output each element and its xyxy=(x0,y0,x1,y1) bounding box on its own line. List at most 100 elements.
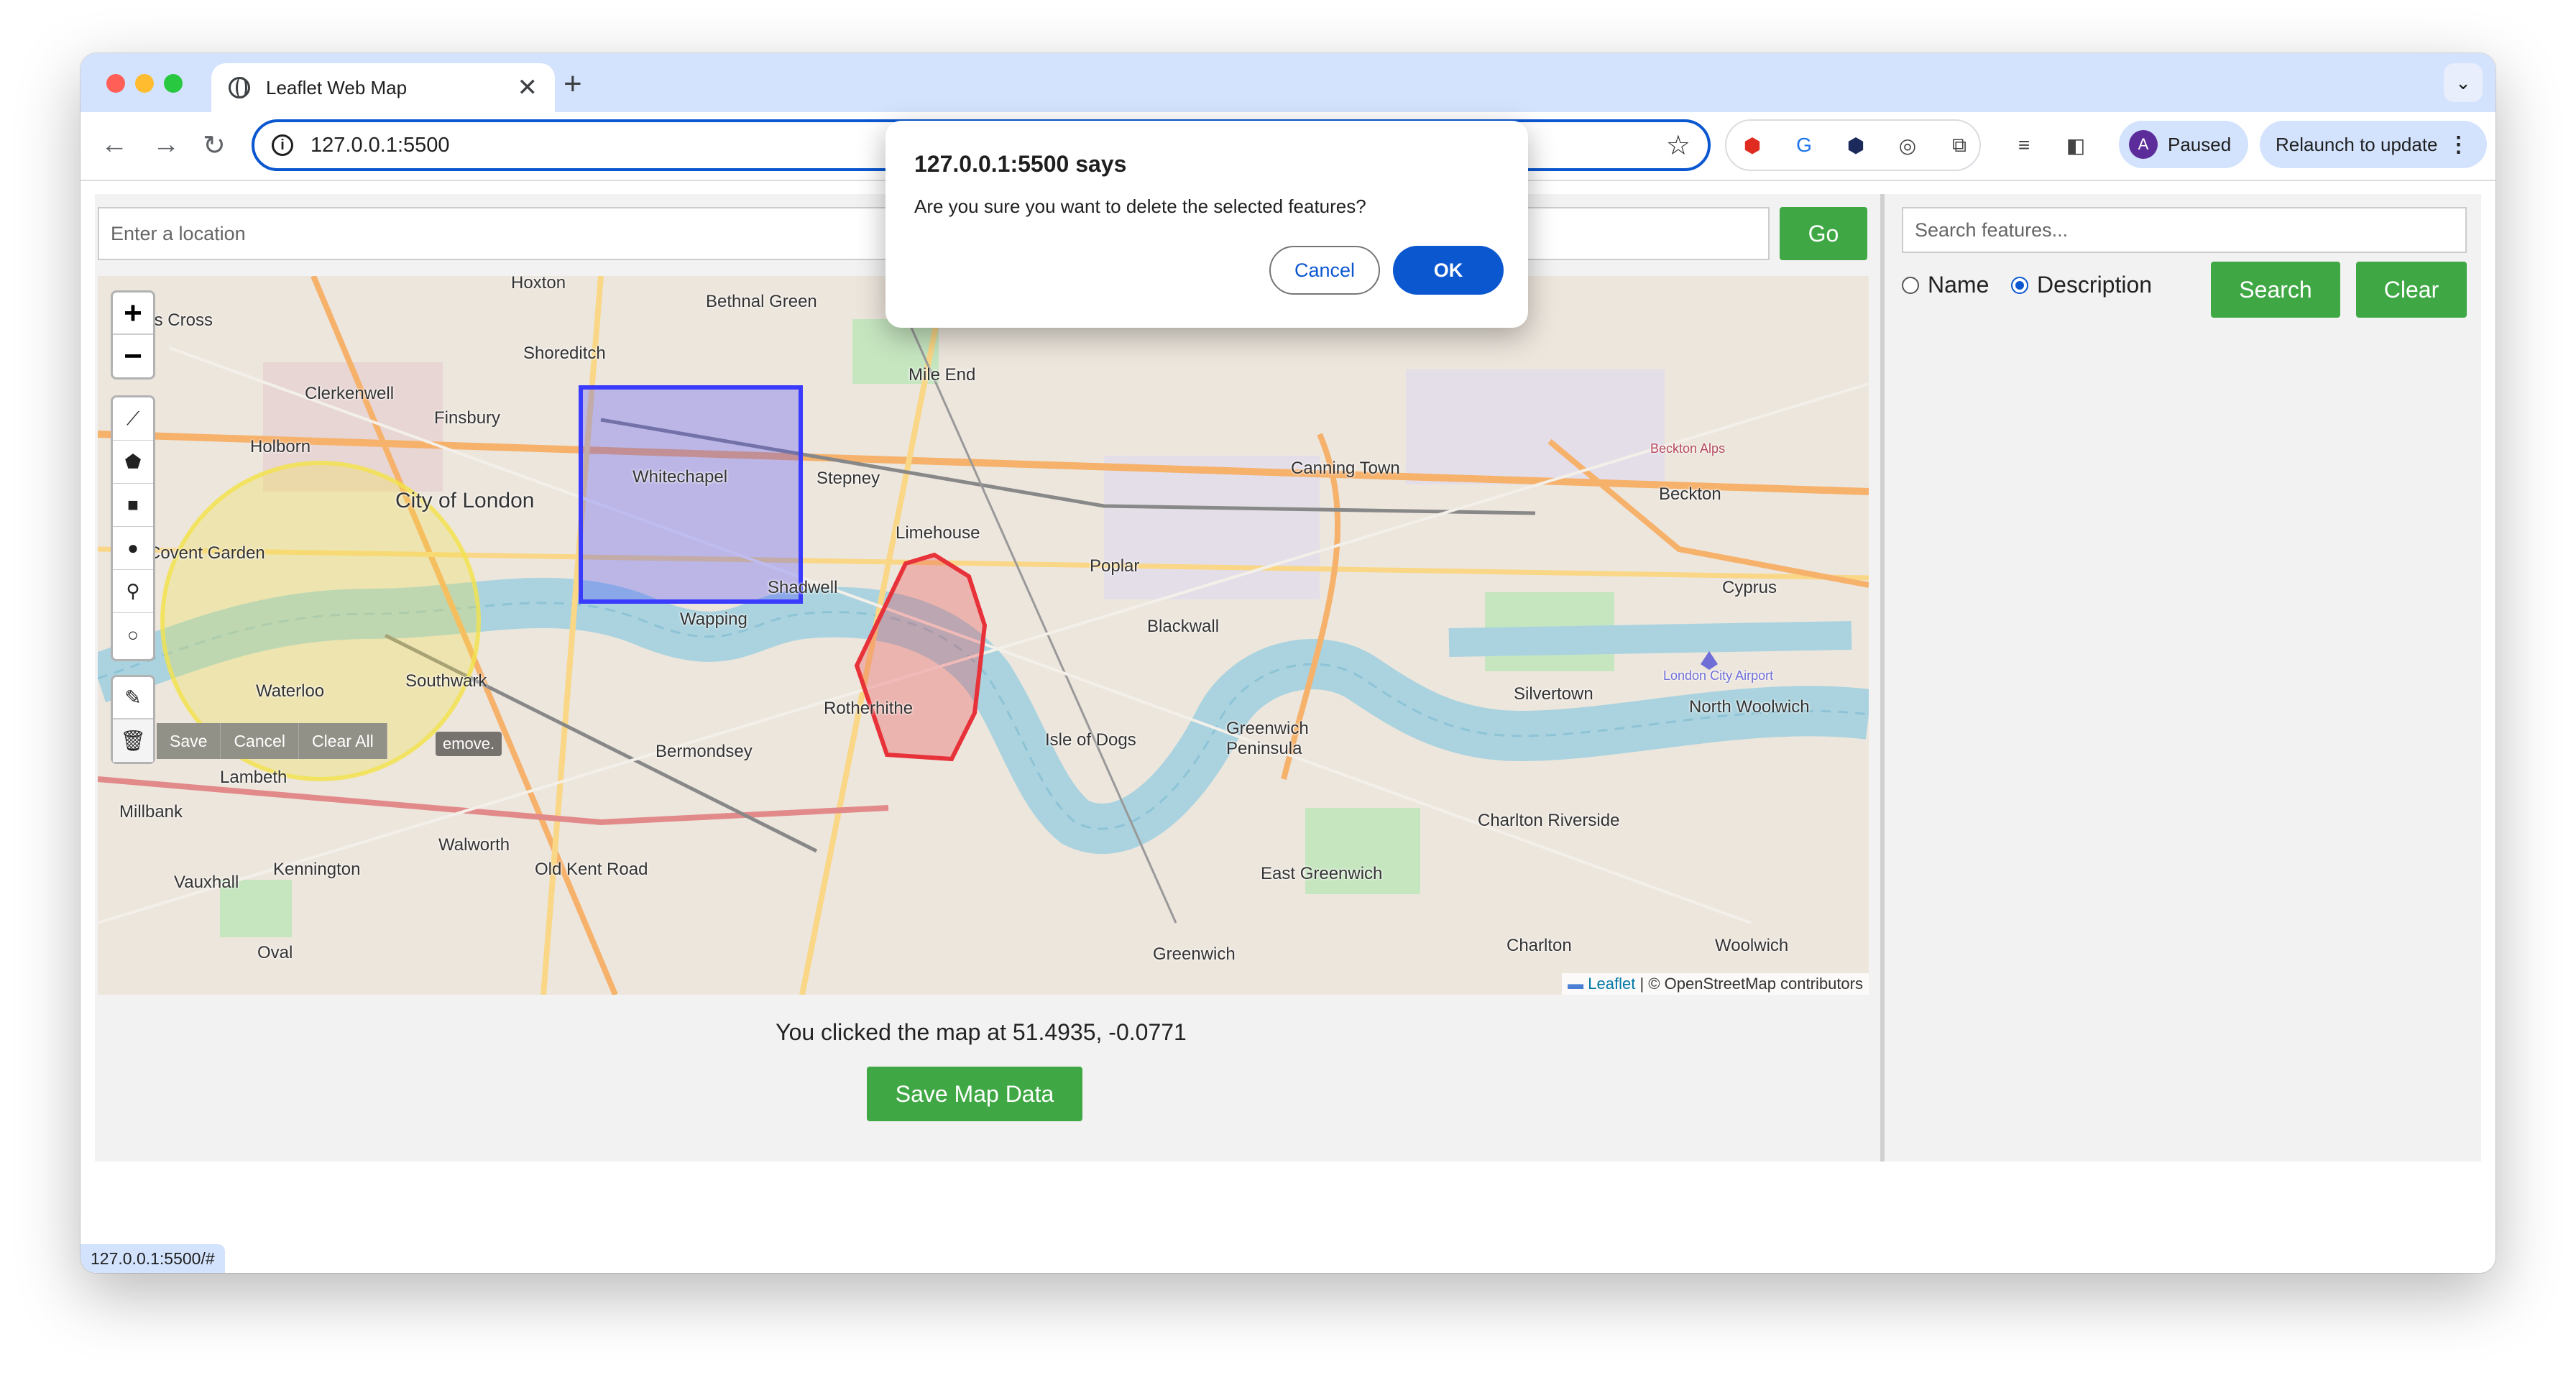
map-label: Cyprus xyxy=(1722,578,1777,597)
status-bar-url: 127.0.0.1:5500/# xyxy=(80,1244,225,1273)
maximize-window-button[interactable] xyxy=(164,74,183,93)
map-label: Limehouse xyxy=(896,523,980,543)
map-label: Silvertown xyxy=(1514,684,1593,704)
map-view[interactable]: Hoxton Bethnal Green King's Cross Shored… xyxy=(98,276,1869,995)
reading-list-icon[interactable]: ≡ xyxy=(2007,128,2041,162)
map-label: Whitechapel xyxy=(632,467,728,487)
side-panel-icon[interactable]: ◧ xyxy=(2058,128,2093,162)
map-label: Wapping xyxy=(680,610,748,629)
map-label: Stepney xyxy=(816,469,880,488)
delete-actions: Save Cancel Clear All xyxy=(157,723,387,759)
map-label: Beckton Alps xyxy=(1650,441,1726,456)
site-info-icon[interactable]: i xyxy=(272,134,293,156)
dialog-cancel-button[interactable]: Cancel xyxy=(1269,246,1380,295)
radio-name-label: Name xyxy=(1928,272,1990,298)
map-label: Finsbury xyxy=(434,408,501,428)
zoom-in-button[interactable]: + xyxy=(113,293,153,335)
forward-icon[interactable]: → xyxy=(152,129,180,160)
search-features-input[interactable]: Search features... xyxy=(1902,207,2467,253)
map-label: Lambeth xyxy=(220,768,288,787)
edit-layers-icon[interactable]: ✎ xyxy=(113,677,153,719)
zoom-out-button[interactable]: − xyxy=(113,335,153,377)
map-label: Oval xyxy=(257,943,293,962)
leaflet-link[interactable]: Leaflet xyxy=(1588,975,1635,993)
draw-toolbar: ⟋ ⬟ ■ ● ⚲ ○ xyxy=(111,395,155,661)
code-extension-icon[interactable]: ◎ xyxy=(1890,128,1925,162)
map-label: Mile End xyxy=(908,365,976,385)
zoom-control: + − xyxy=(111,290,155,380)
tab-search-button[interactable]: ⌄ xyxy=(2444,63,2483,102)
map-label: Waterloo xyxy=(256,681,325,701)
save-map-data-button[interactable]: Save Map Data xyxy=(867,1067,1082,1121)
go-button[interactable]: Go xyxy=(1780,207,1867,260)
map-label: Holborn xyxy=(250,437,311,456)
security-extension-icon[interactable]: ⬢ xyxy=(1839,128,1873,162)
page-content: Enter a location Go Hoxton Bethnal Green… xyxy=(80,181,2496,1273)
translate-extension-icon[interactable]: G xyxy=(1787,128,1821,162)
map-label: Bethnal Green xyxy=(706,292,817,311)
close-tab-icon[interactable]: ✕ xyxy=(518,73,538,102)
map-label: North Woolwich xyxy=(1689,697,1810,717)
radio-name[interactable]: Name xyxy=(1902,272,1989,298)
map-label: Millbank xyxy=(119,802,183,822)
radio-description[interactable]: Description xyxy=(2011,272,2152,298)
dialog-ok-button[interactable]: OK xyxy=(1393,246,1504,295)
map-label: Poplar xyxy=(1090,556,1140,576)
map-label: London City Airport xyxy=(1663,668,1774,683)
tab-strip: Leaflet Web Map ✕ + ⌄ xyxy=(80,53,2496,112)
close-window-button[interactable] xyxy=(106,74,125,93)
map-label: Blackwall xyxy=(1147,617,1220,636)
draw-polyline-icon[interactable]: ⟋ xyxy=(113,397,153,441)
map-label: East Greenwich xyxy=(1261,864,1383,883)
profile-status: Paused xyxy=(2168,133,2232,155)
map-label: Old Kent Road xyxy=(535,860,648,879)
osm-attribution: | © OpenStreetMap contributors xyxy=(1639,975,1863,993)
draw-circlemarker-icon[interactable]: ○ xyxy=(113,613,153,656)
map-label: Rotherhithe xyxy=(824,699,914,718)
radio-name-button[interactable] xyxy=(1902,276,1919,294)
confirm-dialog: 127.0.0.1:5500 says Are you sure you wan… xyxy=(886,121,1528,328)
map-label: Bermondsey xyxy=(656,742,753,761)
map-label: Kennington xyxy=(273,860,361,879)
clear-button[interactable]: Clear xyxy=(2356,262,2467,318)
map-label: Clerkenwell xyxy=(305,384,395,403)
minimize-window-button[interactable] xyxy=(135,74,154,93)
draw-polygon-icon[interactable]: ⬟ xyxy=(113,441,153,484)
map-label: Covent Garden xyxy=(148,543,265,563)
ukraine-flag-icon: ▬ xyxy=(1568,975,1584,993)
tab-leaflet-web-map[interactable]: Leaflet Web Map ✕ xyxy=(211,63,555,112)
new-tab-button[interactable]: + xyxy=(564,66,582,102)
map-attribution: ▬ Leaflet | © OpenStreetMap contributors xyxy=(1562,973,1869,995)
map-label: Isle of Dogs xyxy=(1045,730,1136,750)
cancel-action-button[interactable]: Cancel xyxy=(221,723,300,759)
relaunch-button[interactable]: Relaunch to update ⋮ xyxy=(2260,121,2487,168)
save-action-button[interactable]: Save xyxy=(157,723,221,759)
search-button[interactable]: Search xyxy=(2211,262,2340,318)
map-label: Charlton xyxy=(1506,936,1572,955)
map-label: Hoxton xyxy=(511,276,566,293)
more-menu-icon[interactable]: ⋮ xyxy=(2448,132,2470,157)
back-icon[interactable]: ← xyxy=(101,129,128,160)
tab-title: Leaflet Web Map xyxy=(266,76,408,98)
profile-button[interactable]: A Paused xyxy=(2119,121,2248,168)
map-label: Walworth xyxy=(438,835,510,855)
globe-icon xyxy=(229,77,250,98)
draw-circle-icon[interactable]: ● xyxy=(113,527,153,570)
map-label: Beckton xyxy=(1659,484,1721,504)
draw-rectangle-icon[interactable]: ■ xyxy=(113,484,153,527)
dialog-title: 127.0.0.1:5500 says xyxy=(914,151,1127,177)
bookmark-star-icon[interactable]: ☆ xyxy=(1666,129,1690,162)
map-label: Canning Town xyxy=(1291,459,1400,478)
extensions-puzzle-icon[interactable]: ⧉ xyxy=(1942,128,1977,162)
radio-description-button[interactable] xyxy=(2011,276,2028,294)
clear-all-action-button[interactable]: Clear All xyxy=(299,723,387,759)
reload-icon[interactable]: ↻ xyxy=(203,129,226,162)
adblock-extension-icon[interactable]: ⬢ xyxy=(1735,128,1770,162)
map-label: Charlton Riverside xyxy=(1478,811,1620,830)
relaunch-label: Relaunch to update xyxy=(2276,133,2438,155)
draw-marker-icon[interactable]: ⚲ xyxy=(113,570,153,613)
search-sidebar: Search features... Name Description Sear… xyxy=(1885,194,2481,1162)
dialog-message: Are you sure you want to delete the sele… xyxy=(914,196,1366,217)
map-label: Southwark xyxy=(405,671,487,691)
delete-layers-icon[interactable]: 🗑 xyxy=(113,719,153,762)
